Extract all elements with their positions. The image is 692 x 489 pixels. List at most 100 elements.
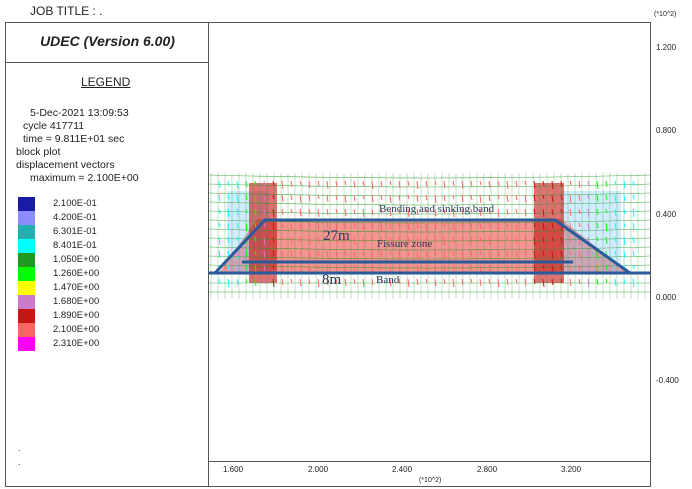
x-unit: (*10^2) bbox=[419, 477, 442, 484]
legend-class-label: 2.100E+00 bbox=[53, 324, 100, 335]
displacement-vector bbox=[569, 278, 572, 287]
displacement-vector bbox=[479, 194, 482, 204]
y-tick: -0.400 bbox=[656, 376, 679, 385]
displacement-vector bbox=[344, 278, 347, 287]
displacement-vector bbox=[326, 208, 329, 216]
displacement-vector bbox=[407, 180, 410, 187]
displacement-vector bbox=[290, 208, 293, 214]
y-tick: 0.400 bbox=[656, 210, 677, 219]
date-time: 5-Dec-2021 13:09:53 bbox=[30, 107, 129, 119]
displacement-vector bbox=[614, 278, 617, 287]
legend-class-label: 1.470E+00 bbox=[53, 282, 100, 293]
displacement-vector bbox=[515, 278, 518, 284]
displacement-vector bbox=[362, 208, 365, 218]
displacement-vector bbox=[281, 180, 284, 190]
legend-swatch bbox=[18, 323, 35, 337]
displacement-vector bbox=[236, 278, 239, 286]
displacement-vector bbox=[506, 194, 509, 203]
displacement-vector bbox=[389, 180, 392, 186]
displacement-vector bbox=[470, 278, 473, 284]
legend-class-label: 2.100E-01 bbox=[53, 198, 97, 209]
block-plot-svg: Bending and sinking band Fissure zone Ba… bbox=[208, 173, 651, 299]
displacement-vector bbox=[632, 194, 635, 200]
displacement-vector bbox=[281, 208, 284, 216]
height-27-label: 27m bbox=[323, 228, 350, 244]
legend-class-label: 1.050E+00 bbox=[53, 254, 100, 265]
legend-class-label: 1.260E+00 bbox=[53, 268, 100, 279]
displacement-vector bbox=[632, 236, 635, 244]
legend-class-label: 1.680E+00 bbox=[53, 296, 100, 307]
legend-swatch bbox=[18, 197, 35, 211]
legend-swatch bbox=[18, 281, 35, 295]
displacement-vector bbox=[605, 278, 608, 284]
displacement-vector bbox=[452, 180, 455, 187]
displacement-vector bbox=[281, 194, 284, 203]
displacement-vector bbox=[515, 180, 518, 188]
displacement-vector bbox=[317, 278, 320, 288]
displacement-vector bbox=[407, 278, 410, 288]
x-tick: 1.600 bbox=[223, 465, 244, 474]
displacement-vector bbox=[218, 180, 221, 189]
displacement-vector bbox=[416, 180, 419, 190]
displacement-vector bbox=[479, 180, 482, 186]
legend-heading: LEGEND bbox=[81, 75, 131, 89]
footer-mark: . bbox=[18, 443, 21, 453]
scale-note: (*10^2) bbox=[654, 11, 677, 18]
displacement-vector bbox=[236, 180, 239, 190]
displacement-vector bbox=[353, 208, 356, 215]
displacement-vector bbox=[317, 180, 320, 187]
right-failure-core bbox=[534, 183, 564, 283]
vector-type: displacement vectors bbox=[16, 159, 115, 171]
displacement-vector bbox=[344, 180, 347, 186]
x-tick: 2.400 bbox=[392, 465, 413, 474]
displacement-vector bbox=[218, 222, 221, 228]
displacement-vector bbox=[299, 180, 302, 186]
displacement-vector bbox=[470, 180, 473, 188]
x-axis: 1.600 2.000 2.400 2.800 3.200 (*10^2) bbox=[208, 462, 651, 487]
plot-area: Bending and sinking band Fissure zone Ba… bbox=[208, 22, 651, 462]
app-title: UDEC (Version 6.00) bbox=[40, 33, 175, 49]
footer-mark: . bbox=[18, 457, 21, 467]
x-tick: 2.000 bbox=[308, 465, 329, 474]
displacement-vector bbox=[569, 180, 572, 186]
time-line: time = 9.811E+01 sec bbox=[23, 133, 125, 145]
band-label: Band bbox=[376, 274, 400, 286]
fissure-zone-label: Fissure zone bbox=[377, 238, 432, 250]
displacement-vector bbox=[227, 180, 230, 187]
displacement-vector bbox=[632, 278, 635, 288]
displacement-vector bbox=[362, 180, 365, 187]
height-8-label: 8m bbox=[322, 272, 342, 288]
job-title: JOB TITLE : . bbox=[30, 4, 103, 18]
displacement-vector bbox=[632, 222, 635, 231]
displacement-vector bbox=[326, 194, 329, 203]
displacement-vector bbox=[479, 278, 482, 287]
displacement-vector bbox=[632, 180, 635, 187]
displacement-vector bbox=[506, 278, 509, 286]
y-tick: 1.200 bbox=[656, 43, 677, 52]
displacement-vector bbox=[299, 278, 302, 287]
legend-swatch bbox=[18, 253, 35, 267]
displacement-vector bbox=[578, 180, 581, 189]
legend-class-label: 8.401E-01 bbox=[53, 240, 97, 251]
displacement-vector bbox=[407, 194, 410, 200]
displacement-vector bbox=[299, 194, 302, 204]
displacement-vector bbox=[506, 180, 509, 190]
y-tick: 0.000 bbox=[656, 293, 677, 302]
displacement-vector bbox=[452, 194, 455, 200]
legend-swatch bbox=[18, 309, 35, 323]
displacement-vector bbox=[218, 194, 221, 202]
displacement-vector bbox=[596, 180, 599, 190]
legend-class-label: 4.200E-01 bbox=[53, 212, 97, 223]
displacement-vector bbox=[344, 194, 347, 204]
plot-type: block plot bbox=[16, 146, 61, 158]
displacement-vector bbox=[515, 208, 518, 214]
displacement-vector bbox=[227, 278, 230, 288]
displacement-vector bbox=[380, 180, 383, 188]
y-tick: 0.800 bbox=[656, 126, 677, 135]
legend-class-label: 2.310E+00 bbox=[53, 338, 100, 349]
displacement-vector bbox=[290, 278, 293, 284]
displacement-vector bbox=[290, 194, 293, 201]
displacement-vector bbox=[632, 250, 635, 257]
legend-swatch bbox=[18, 295, 35, 309]
app-title-box: UDEC (Version 6.00) bbox=[6, 23, 209, 63]
